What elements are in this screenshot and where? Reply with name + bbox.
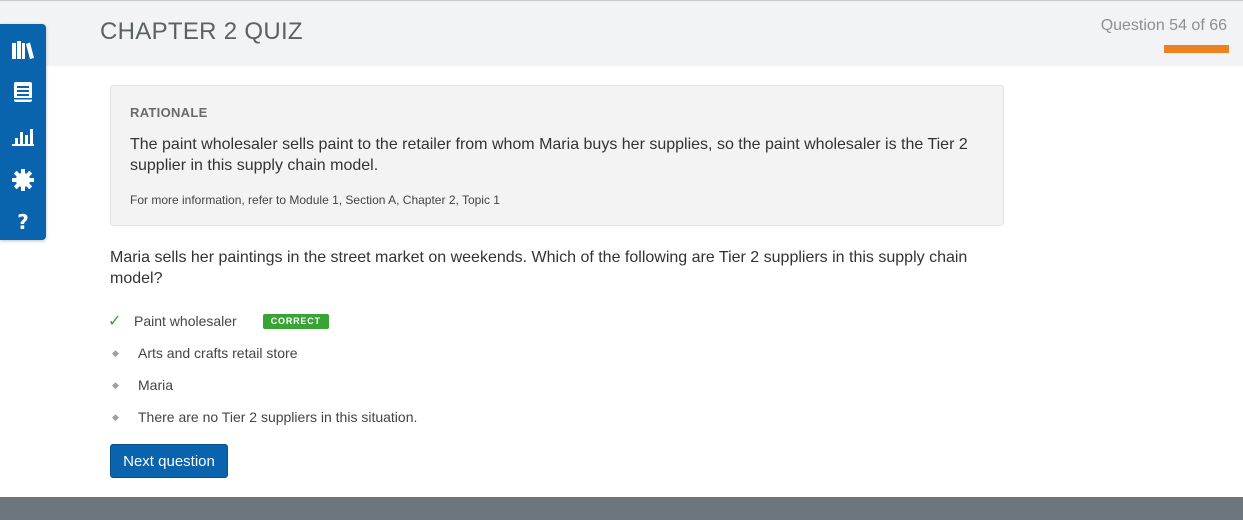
rationale-heading: RATIONALE xyxy=(130,105,208,120)
sidebar-item-settings[interactable] xyxy=(0,160,46,200)
answer-list: ✓ Paint wholesaler CORRECT ◆ Arts and cr… xyxy=(108,305,417,433)
rationale-text: The paint wholesaler sells paint to the … xyxy=(130,136,968,174)
bar-chart-icon xyxy=(12,126,34,146)
answer-option[interactable]: ◆ Maria xyxy=(110,369,417,401)
help-icon: ? xyxy=(17,210,29,234)
correct-badge: CORRECT xyxy=(262,313,329,329)
sidebar: ? xyxy=(0,24,46,240)
question-text: Maria sells her paintings in the street … xyxy=(110,249,968,287)
answer-option[interactable]: ◆ There are no Tier 2 suppliers in this … xyxy=(110,401,417,433)
answer-label: Paint wholesaler xyxy=(134,313,237,329)
next-question-button[interactable]: Next question xyxy=(110,444,228,478)
answer-label: Maria xyxy=(138,377,174,393)
check-icon: ✓ xyxy=(108,313,122,330)
bullet-icon: ◆ xyxy=(112,411,119,422)
library-icon xyxy=(12,41,34,59)
rationale-panel: RATIONALE The paint wholesaler sells pai… xyxy=(110,85,1004,226)
sidebar-item-stats[interactable] xyxy=(0,116,46,156)
page-title: CHAPTER 2 QUIZ xyxy=(100,18,303,45)
rationale-reference: For more information, refer to Module 1,… xyxy=(130,193,500,207)
footer-bar xyxy=(0,497,1243,520)
gear-icon xyxy=(12,169,34,191)
progress-bar xyxy=(1164,45,1243,53)
notebook-icon xyxy=(13,81,33,103)
sidebar-item-library[interactable] xyxy=(0,30,46,70)
quiz-header: CHAPTER 2 QUIZ Question 54 of 66 xyxy=(0,1,1243,66)
bullet-icon: ◆ xyxy=(112,347,119,358)
question-counter: Question 54 of 66 xyxy=(1100,17,1227,34)
answer-label: There are no Tier 2 suppliers in this si… xyxy=(138,409,418,425)
sidebar-item-notebook[interactable] xyxy=(0,72,46,112)
sidebar-item-help[interactable]: ? xyxy=(0,202,46,242)
answer-option[interactable]: ◆ Arts and crafts retail store xyxy=(110,337,417,369)
answer-label: Arts and crafts retail store xyxy=(138,345,298,361)
bullet-icon: ◆ xyxy=(112,379,119,390)
answer-option[interactable]: ✓ Paint wholesaler CORRECT xyxy=(108,305,417,337)
progress-bar-fill xyxy=(1164,45,1229,53)
